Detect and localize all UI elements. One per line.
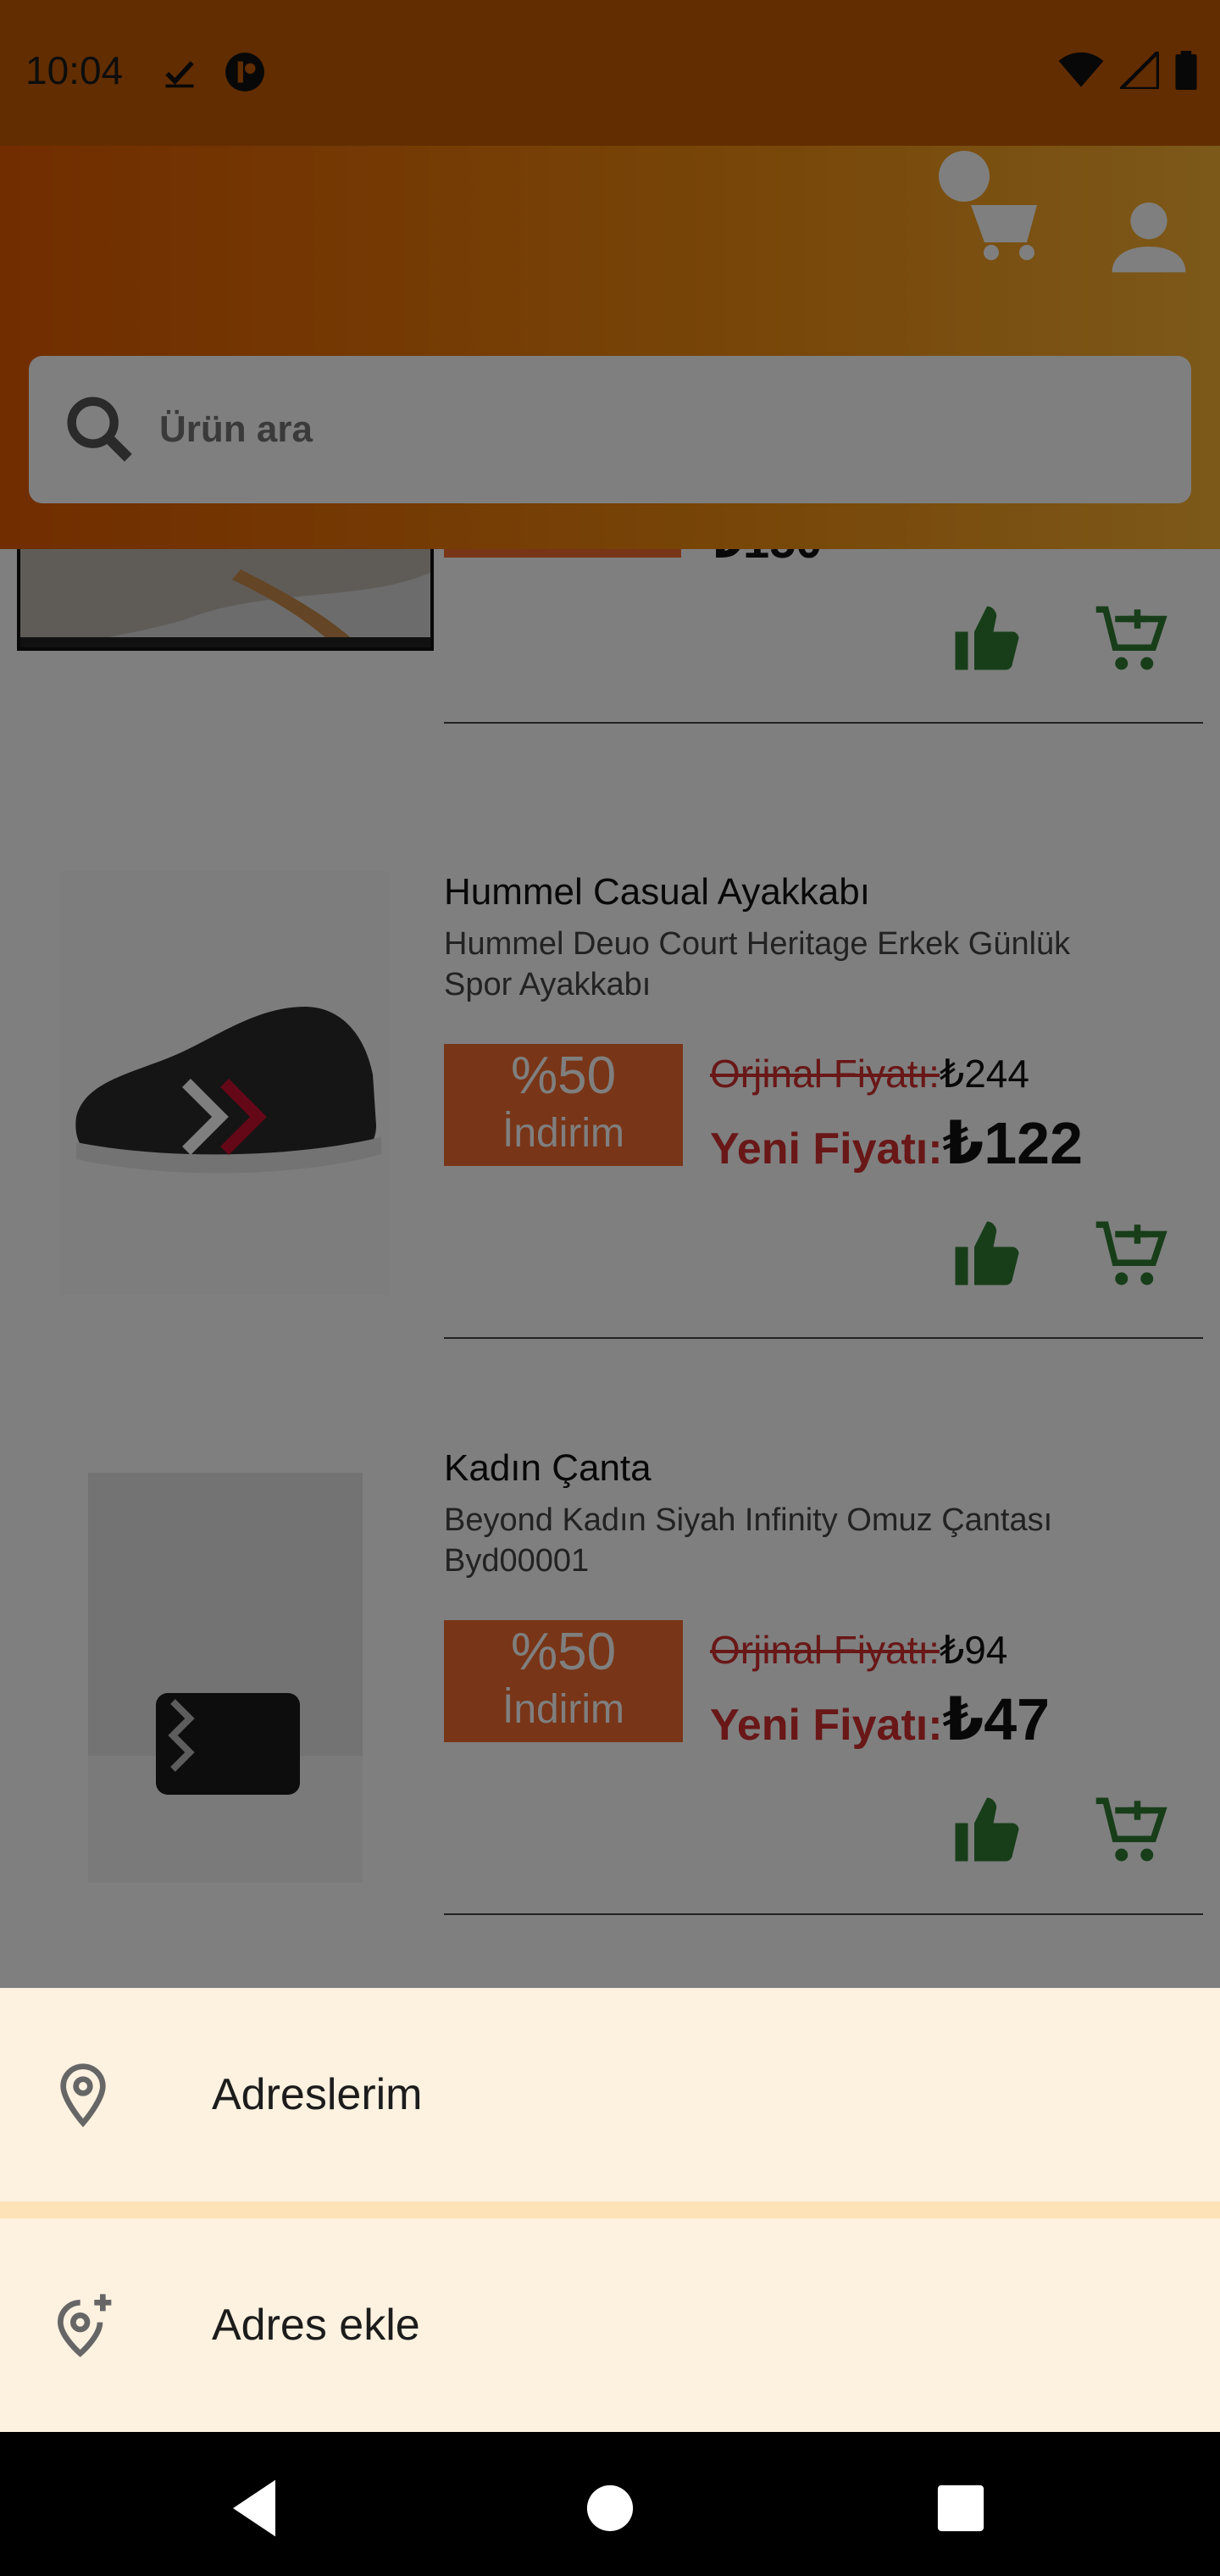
app-screen: 10:04 xyxy=(0,0,1220,2576)
sheet-item-adreslerim[interactable]: Adreslerim xyxy=(0,1988,1220,2201)
home-icon[interactable] xyxy=(568,2466,652,2551)
recents-icon[interactable] xyxy=(918,2466,1003,2551)
sheet-item-label: Adreslerim xyxy=(212,2070,423,2119)
add-location-icon xyxy=(57,2294,112,2357)
navigation-bar xyxy=(0,2432,1220,2576)
sheet-item-adres-ekle[interactable]: Adres ekle xyxy=(0,2218,1220,2432)
location-pin-icon xyxy=(60,2063,106,2128)
back-icon[interactable] xyxy=(212,2466,297,2551)
divider xyxy=(0,2201,1220,2220)
sheet-item-label: Adres ekle xyxy=(212,2301,420,2350)
bottom-sheet: Adreslerim Adres ekle xyxy=(0,1988,1220,2432)
